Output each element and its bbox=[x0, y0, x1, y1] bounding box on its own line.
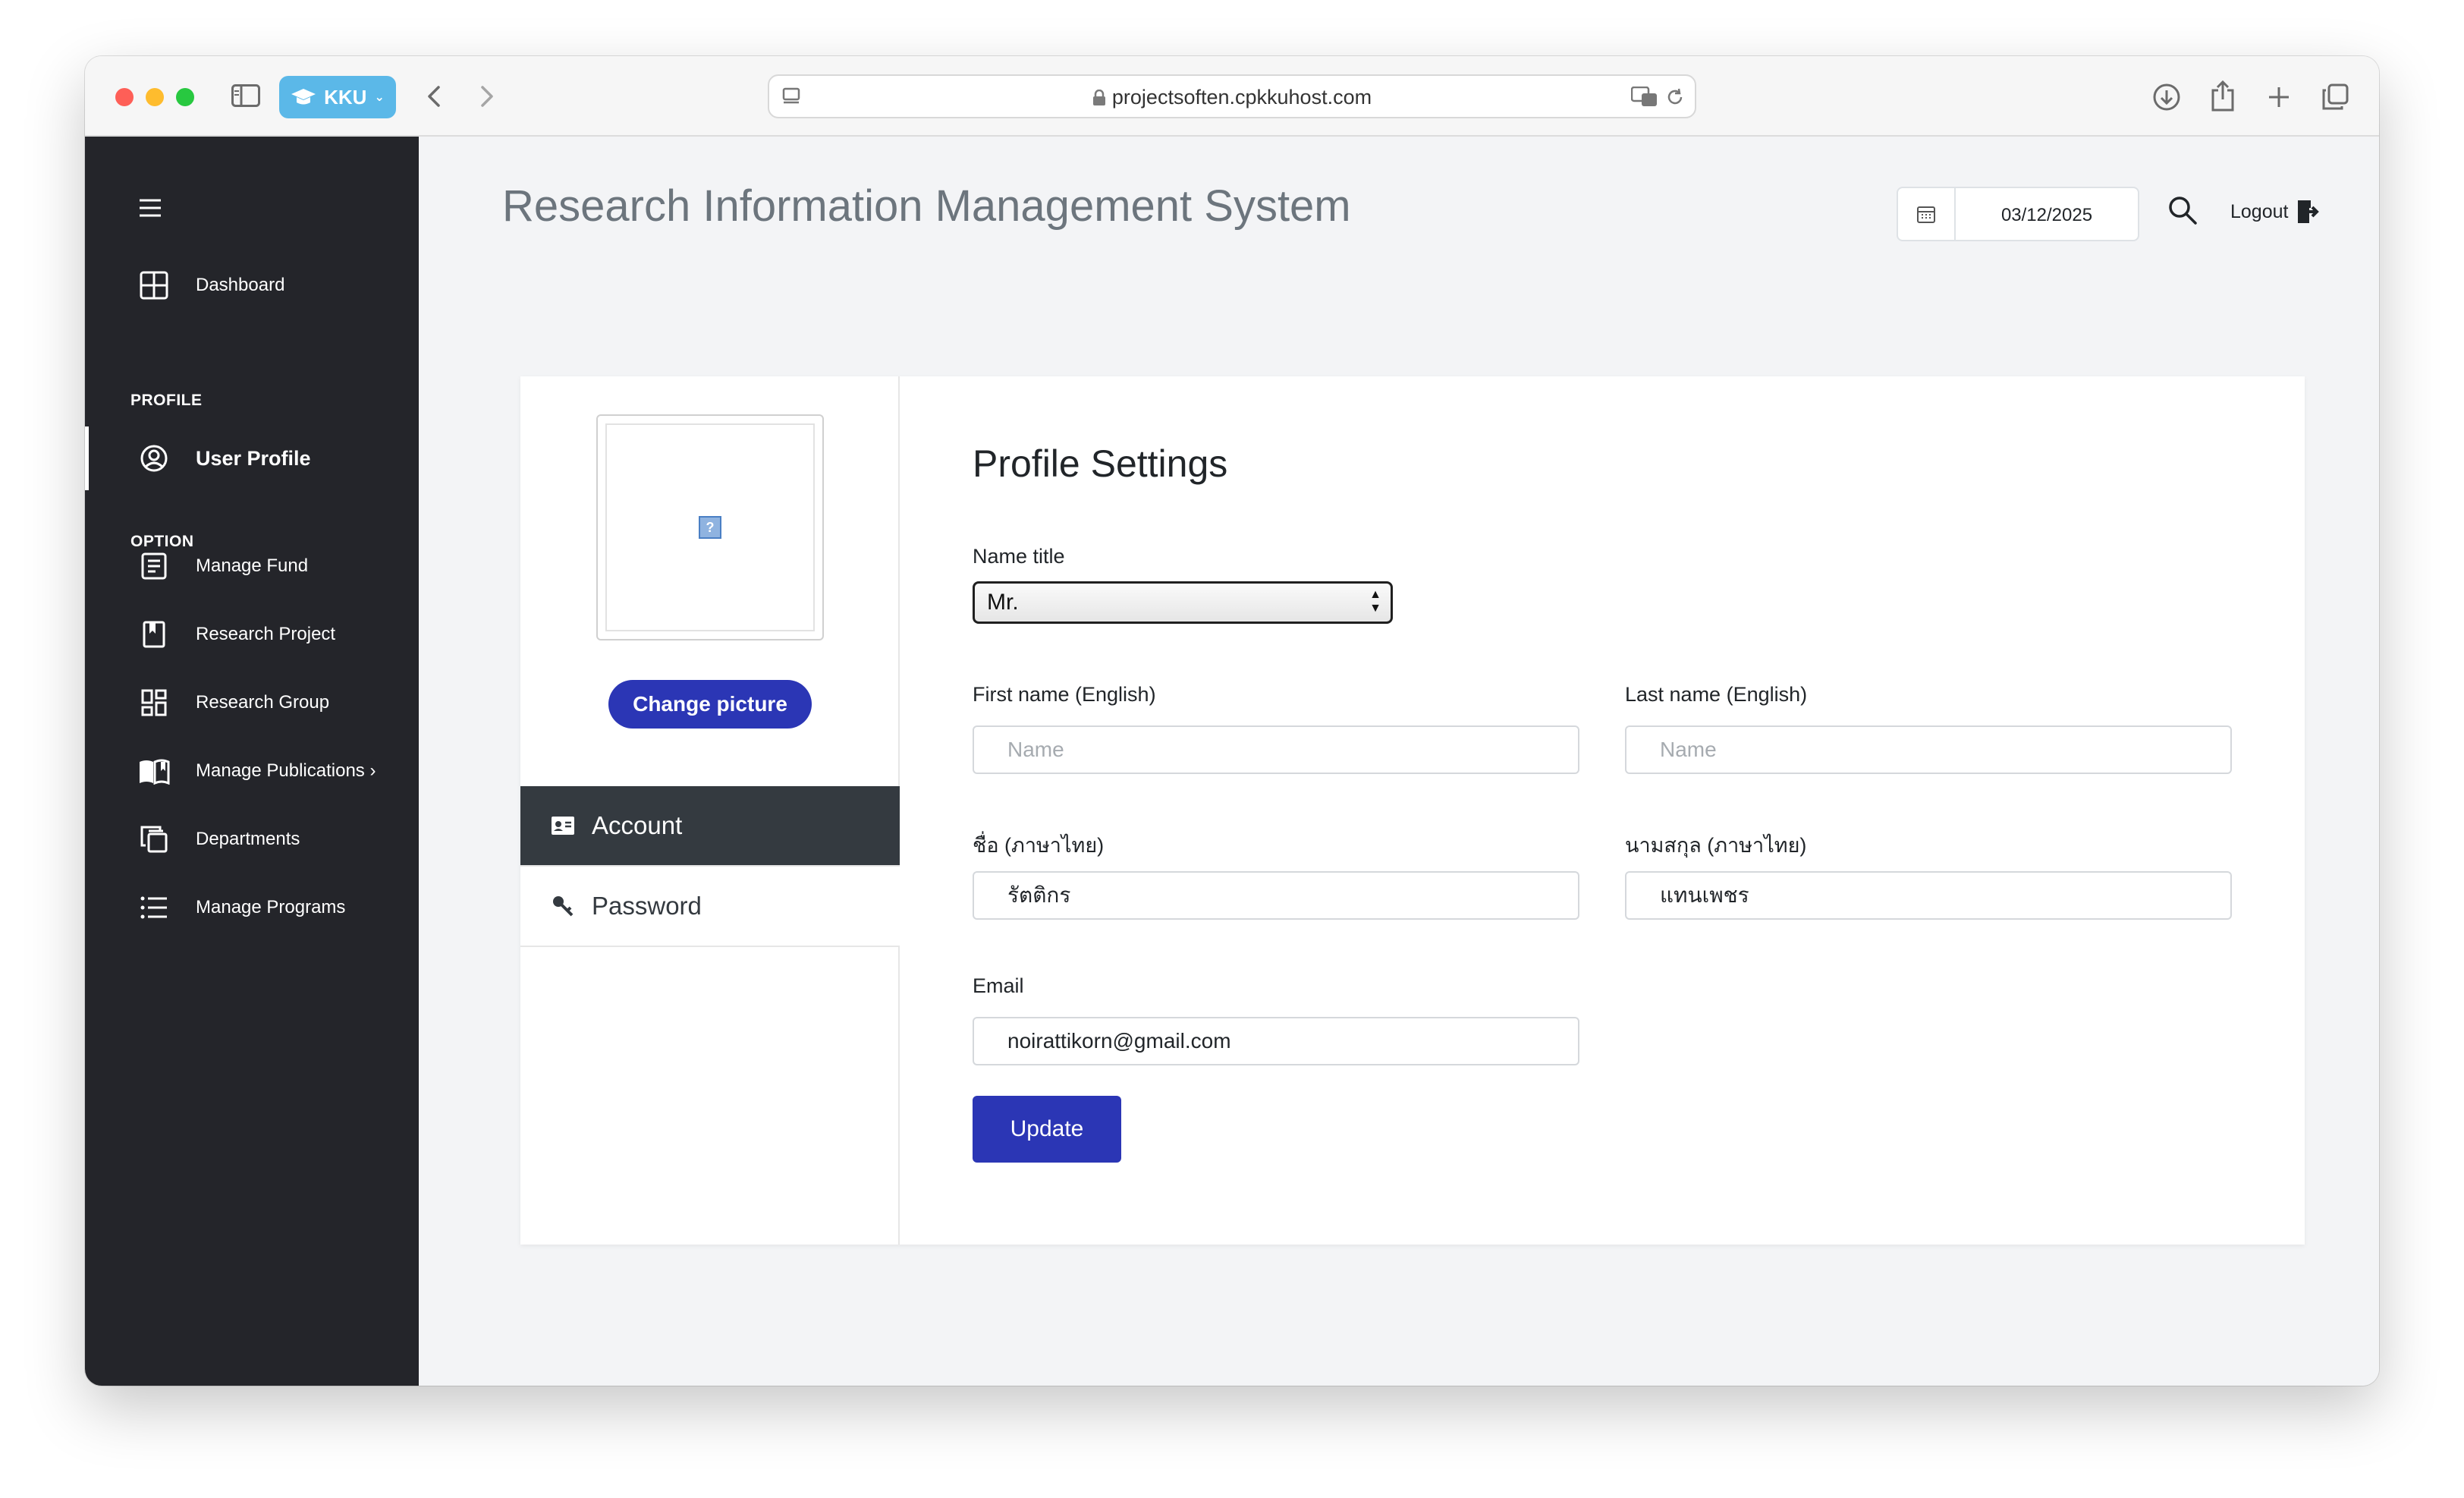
sidebar-item-label: Manage Programs bbox=[196, 897, 346, 917]
tab-account[interactable]: Account bbox=[520, 786, 900, 867]
downloads-icon[interactable] bbox=[2150, 80, 2183, 114]
user-circle-icon bbox=[138, 442, 170, 474]
chevron-down-icon: ⌄ bbox=[374, 91, 385, 104]
sidebar-item-label: Manage Publications › bbox=[196, 760, 376, 781]
logout-label: Logout bbox=[2230, 200, 2289, 222]
lock-icon bbox=[1092, 89, 1105, 105]
tab-overview-icon[interactable] bbox=[2318, 80, 2352, 114]
tab-password[interactable]: Password bbox=[520, 867, 900, 947]
profile-card: ? Change picture Account Password Profil… bbox=[520, 376, 2305, 1245]
minimize-window-button[interactable] bbox=[146, 88, 164, 106]
tab-label: Account bbox=[592, 811, 683, 839]
logout-icon bbox=[2298, 200, 2320, 223]
copy-stack-icon bbox=[138, 823, 170, 855]
graduation-cap-icon bbox=[291, 89, 316, 105]
broken-image-icon: ? bbox=[699, 516, 721, 539]
email-label: Email bbox=[973, 974, 1024, 997]
sidebar-item-manage-fund[interactable]: Manage Fund bbox=[85, 536, 419, 596]
id-card-icon bbox=[549, 816, 577, 836]
update-button[interactable]: Update bbox=[973, 1096, 1121, 1163]
avatar-image: ? bbox=[605, 423, 815, 631]
section-heading-profile: PROFILE bbox=[130, 392, 203, 409]
book-open-icon bbox=[138, 755, 170, 787]
name-title-label: Name title bbox=[973, 545, 1065, 568]
sidebar-item-label: User Profile bbox=[196, 446, 311, 470]
avatar: ? bbox=[596, 414, 824, 640]
date-picker[interactable]: 03/12/2025 bbox=[1897, 187, 2139, 241]
calendar-icon[interactable] bbox=[1898, 188, 1956, 240]
translate-icon[interactable] bbox=[1630, 85, 1660, 109]
search-icon[interactable] bbox=[2164, 191, 2202, 229]
close-window-button[interactable] bbox=[115, 88, 134, 106]
main-content: Research Information Management System 0… bbox=[419, 137, 2379, 1386]
url-text: projectsoften.cpkkuhost.com bbox=[769, 86, 1695, 109]
sidebar-item-dashboard[interactable]: Dashboard bbox=[85, 255, 419, 316]
browser-window: KKU ⌄ projectsoften.cpkkuhost.com Dashbo… bbox=[85, 56, 2379, 1386]
profile-sidebar: ? Change picture Account Password bbox=[520, 376, 900, 1245]
zoom-window-button[interactable] bbox=[176, 88, 194, 106]
share-icon[interactable] bbox=[2206, 77, 2239, 114]
forward-icon[interactable] bbox=[472, 79, 502, 114]
sidebar-item-label: Manage Fund bbox=[196, 555, 309, 576]
sidebar-toggle-icon[interactable] bbox=[229, 80, 262, 111]
form-title: Profile Settings bbox=[973, 442, 1228, 485]
name-title-value: Mr. bbox=[987, 590, 1019, 615]
first-name-th-input[interactable]: รัตติกร bbox=[973, 871, 1579, 920]
last-name-en-input[interactable]: Name bbox=[1625, 725, 2232, 774]
sidebar-item-manage-programs[interactable]: Manage Programs bbox=[85, 877, 419, 938]
last-name-th-label: นามสกุล (ภาษาไทย) bbox=[1625, 834, 1807, 857]
reload-icon[interactable] bbox=[1663, 85, 1687, 109]
dashboard-grid-icon bbox=[138, 269, 170, 301]
last-name-th-input[interactable]: แทนเพชร bbox=[1625, 871, 2232, 920]
first-name-en-label: First name (English) bbox=[973, 683, 1156, 706]
profile-button[interactable]: KKU ⌄ bbox=[279, 76, 396, 118]
sidebar-item-label: Research Project bbox=[196, 624, 336, 644]
first-name-th-label: ชื่อ (ภาษาไทย) bbox=[973, 834, 1105, 857]
select-arrows-icon: ▲ ▼ bbox=[1369, 588, 1381, 615]
hamburger-menu-icon[interactable] bbox=[134, 191, 167, 225]
profile-form: Profile Settings Name title Mr. ▲ ▼ First… bbox=[900, 376, 2305, 1245]
address-bar[interactable]: projectsoften.cpkkuhost.com bbox=[768, 74, 1696, 118]
back-icon[interactable] bbox=[419, 79, 449, 114]
list-icon bbox=[138, 892, 170, 924]
tab-label: Password bbox=[592, 892, 702, 920]
key-icon bbox=[549, 895, 577, 917]
name-title-select[interactable]: Mr. ▲ ▼ bbox=[973, 581, 1393, 624]
email-field[interactable]: noirattikorn@gmail.com bbox=[973, 1017, 1579, 1065]
profile-button-label: KKU bbox=[324, 85, 367, 109]
bookmark-icon bbox=[138, 618, 170, 650]
logout-button[interactable]: Logout bbox=[2230, 199, 2320, 225]
document-list-icon bbox=[138, 550, 170, 582]
sidebar-item-departments[interactable]: Departments bbox=[85, 809, 419, 870]
sidebar-item-label: Departments bbox=[196, 829, 300, 849]
change-picture-button[interactable]: Change picture bbox=[608, 680, 812, 729]
sidebar: Dashboard PROFILE User Profile OPTION Ma… bbox=[85, 137, 419, 1386]
page-title: Research Information Management System bbox=[502, 181, 1351, 231]
sidebar-item-research-group[interactable]: Research Group bbox=[85, 672, 419, 733]
sidebar-item-user-profile[interactable]: User Profile bbox=[85, 428, 419, 489]
date-value: 03/12/2025 bbox=[2000, 205, 2093, 225]
first-name-en-input[interactable]: Name bbox=[973, 725, 1579, 774]
sidebar-item-label: Dashboard bbox=[196, 275, 285, 295]
group-grid-icon bbox=[138, 687, 170, 719]
sidebar-item-manage-publications[interactable]: Manage Publications › bbox=[85, 741, 419, 801]
last-name-en-label: Last name (English) bbox=[1625, 683, 1808, 706]
browser-toolbar: KKU ⌄ projectsoften.cpkkuhost.com bbox=[85, 56, 2379, 137]
new-tab-icon[interactable] bbox=[2262, 80, 2296, 114]
sidebar-item-research-project[interactable]: Research Project bbox=[85, 604, 419, 665]
sidebar-item-label: Research Group bbox=[196, 692, 330, 713]
